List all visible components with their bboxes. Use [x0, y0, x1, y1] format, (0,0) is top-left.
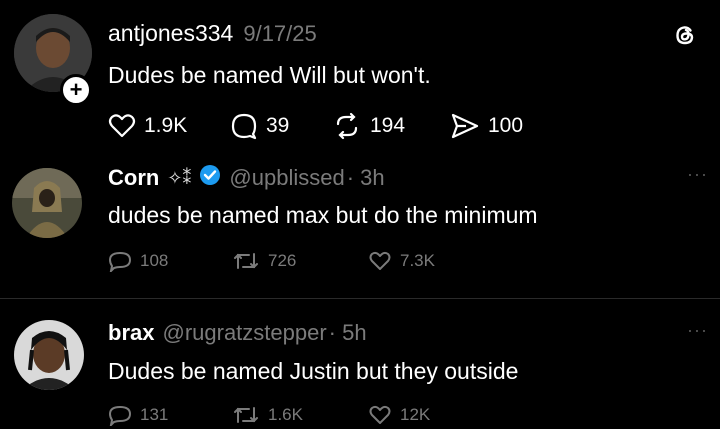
x-action-bar: 131 1.6K 12K	[108, 404, 468, 426]
reply-count: 131	[140, 405, 169, 424]
send-icon	[450, 112, 480, 140]
reply-button[interactable]: 108	[108, 250, 232, 272]
verified-badge-icon	[199, 164, 221, 192]
follow-plus-button[interactable]: +	[60, 74, 92, 106]
repost-icon	[332, 112, 362, 140]
post-text: dudes be named max but do the minimum	[108, 202, 538, 228]
post-divider	[0, 298, 720, 299]
retweet-icon	[232, 250, 260, 272]
x-post: Corn ✧⁑ @upblissed · 3h ··· dudes be nam…	[0, 150, 720, 300]
like-count: 1.9K	[144, 114, 188, 137]
repost-button[interactable]: 194	[332, 112, 450, 140]
comment-button[interactable]: 39	[230, 112, 332, 140]
share-count: 100	[488, 114, 524, 137]
retweet-icon	[232, 404, 260, 426]
retweet-button[interactable]: 1.6K	[232, 404, 368, 426]
post-date: 9/17/25	[243, 20, 317, 46]
threads-logo-icon	[672, 22, 698, 48]
post-text: Dudes be named Will but won't.	[108, 62, 431, 88]
like-icon	[368, 404, 392, 426]
share-button[interactable]: 100	[450, 112, 540, 140]
heart-icon	[108, 113, 136, 139]
comment-icon	[230, 112, 258, 140]
comment-count: 39	[266, 114, 290, 137]
retweet-button[interactable]: 726	[232, 250, 368, 272]
handle[interactable]: @upblissed	[229, 165, 344, 191]
display-name[interactable]: brax	[108, 320, 154, 346]
handle[interactable]: @rugratzstepper	[162, 320, 326, 346]
name-decoration: ✧⁑	[167, 167, 192, 188]
username[interactable]: antjones334	[108, 20, 233, 47]
repost-count: 194	[370, 114, 406, 137]
like-button[interactable]: 12K	[368, 404, 468, 426]
reply-icon	[108, 404, 132, 426]
avatar[interactable]	[14, 320, 84, 390]
display-name[interactable]: Corn	[108, 165, 159, 191]
like-icon	[368, 250, 392, 272]
like-button[interactable]: 1.9K	[108, 113, 230, 139]
retweet-count: 1.6K	[268, 405, 303, 424]
post-time: · 5h	[328, 320, 367, 345]
x-post: brax @rugratzstepper · 5h ··· Dudes be n…	[0, 300, 720, 429]
threads-action-bar: 1.9K 39 194 100	[108, 112, 540, 140]
reply-icon	[108, 250, 132, 272]
more-options-icon[interactable]: ···	[687, 164, 708, 185]
post-text: Dudes be named Justin but they outside	[108, 358, 519, 384]
like-count: 12K	[400, 405, 431, 424]
avatar[interactable]	[12, 168, 82, 238]
threads-post: + antjones334 9/17/25 Dudes be named Wil…	[0, 0, 720, 150]
x-action-bar: 108 726 7.3K	[108, 250, 468, 272]
post-time: · 3h	[346, 165, 385, 190]
like-button[interactable]: 7.3K	[368, 250, 468, 272]
more-options-icon[interactable]: ···	[687, 320, 708, 341]
reply-count: 108	[140, 251, 169, 270]
like-count: 7.3K	[400, 251, 435, 270]
screenshot-composite: + antjones334 9/17/25 Dudes be named Wil…	[0, 0, 720, 429]
reply-button[interactable]: 131	[108, 404, 232, 426]
retweet-count: 726	[268, 251, 297, 270]
